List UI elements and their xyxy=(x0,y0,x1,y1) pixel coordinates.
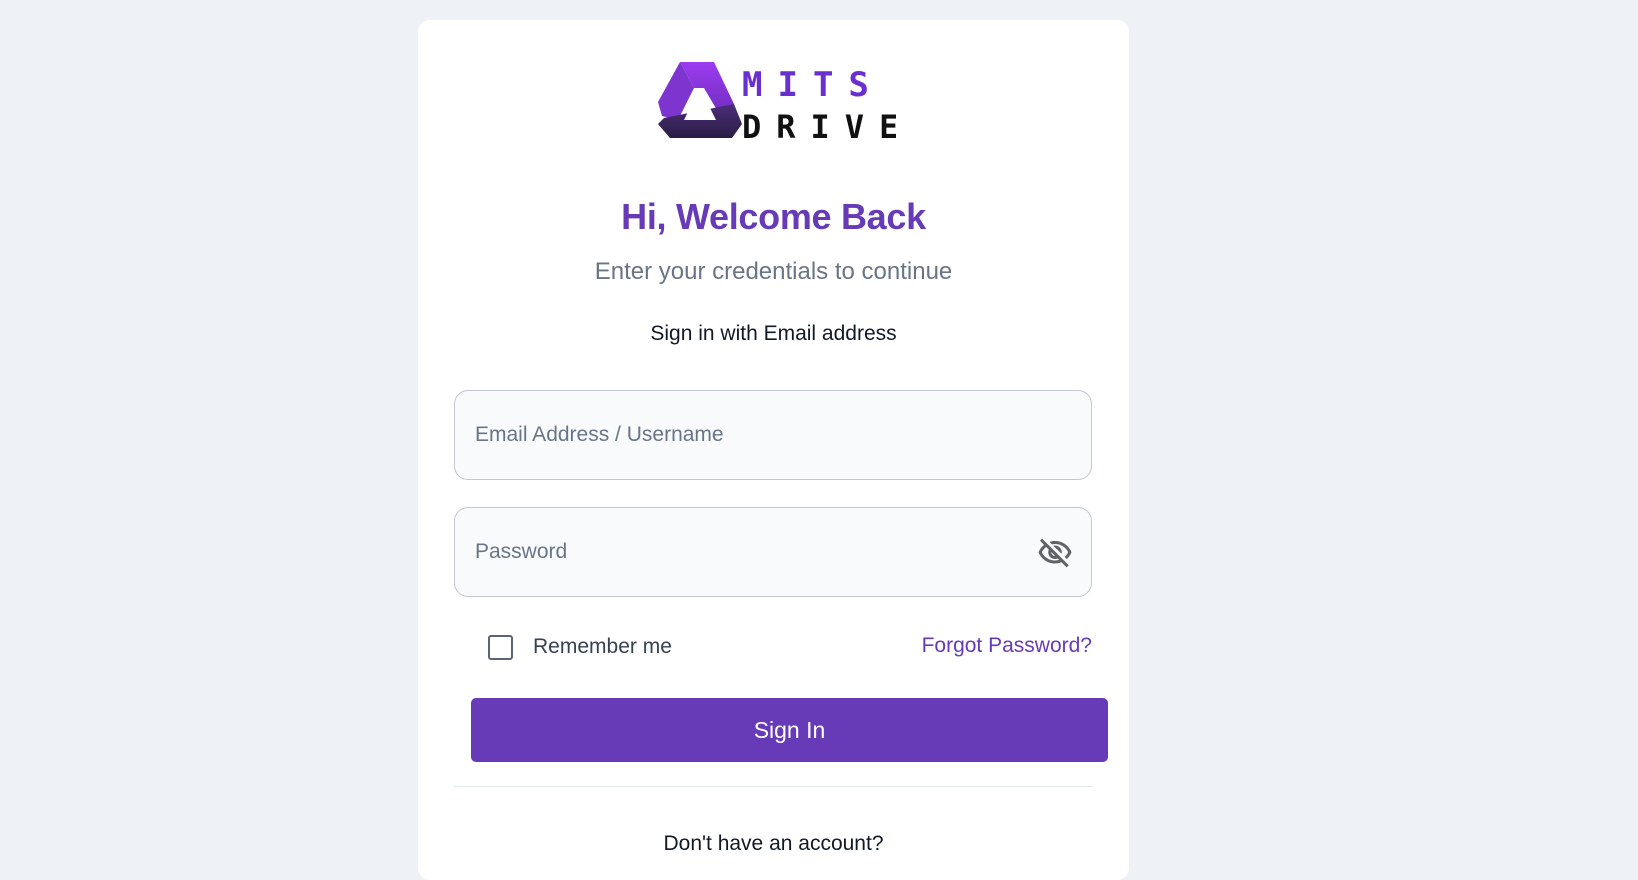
email-input[interactable] xyxy=(475,391,1035,479)
email-field-container xyxy=(454,390,1092,480)
welcome-title: Hi, Welcome Back xyxy=(621,196,926,237)
logo-bottom-text: DRIVE xyxy=(742,108,896,146)
welcome-subtitle: Enter your credentials to continue xyxy=(594,258,953,285)
remember-me-checkbox[interactable] xyxy=(488,635,513,660)
sign-in-button[interactable]: Sign In xyxy=(471,698,1108,762)
remember-me-label: Remember me xyxy=(533,635,672,658)
divider xyxy=(454,786,1092,787)
remember-row: Remember me Forgot Password? xyxy=(488,630,1092,670)
mits-drive-logo: MITS DRIVE xyxy=(656,58,896,150)
password-field-container xyxy=(454,507,1092,597)
forgot-password-link[interactable]: Forgot Password? xyxy=(922,634,1092,658)
login-card: MITS DRIVE Hi, Welcome Back Enter your c… xyxy=(418,20,1129,880)
no-account-link[interactable]: Don't have an account? xyxy=(418,832,1129,856)
signin-method-label: Sign in with Email address xyxy=(650,322,897,345)
eye-off-icon[interactable] xyxy=(1037,535,1073,571)
password-input[interactable] xyxy=(475,508,1035,596)
logo-top-text: MITS xyxy=(742,65,884,105)
